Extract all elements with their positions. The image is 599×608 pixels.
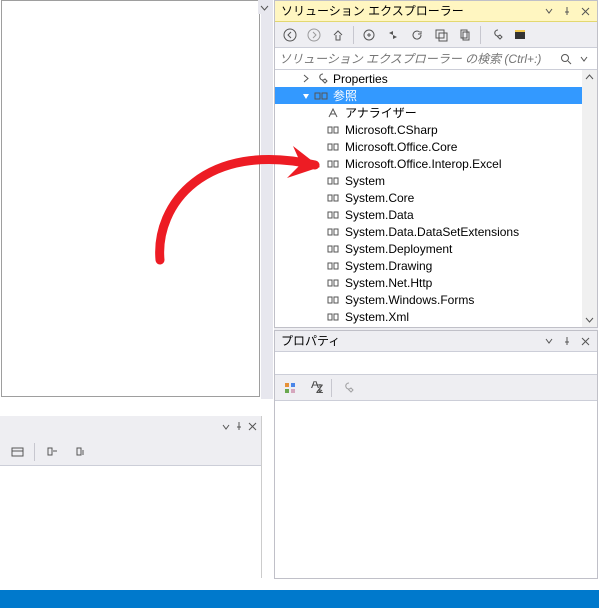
preview-button[interactable] — [509, 24, 531, 46]
assembly-icon — [325, 156, 341, 172]
properties-titlebar[interactable]: プロパティ — [275, 331, 597, 352]
back-button[interactable] — [279, 24, 301, 46]
properties-toolbar: AZ — [275, 375, 597, 401]
tree-item[interactable]: System.Deployment — [345, 242, 458, 256]
expander-icon[interactable] — [300, 90, 311, 101]
assembly-icon — [325, 309, 341, 325]
tree-item[interactable]: System.Data.DataSetExtensions — [345, 225, 525, 239]
solution-explorer-search-input[interactable] — [279, 52, 557, 66]
search-dropdown-icon[interactable] — [575, 50, 593, 68]
assembly-icon — [325, 292, 341, 308]
divider — [34, 443, 35, 461]
solution-tree[interactable]: Properties参照アナライザー Microsoft.CSharp Micros… — [275, 70, 597, 327]
pin-icon[interactable] — [559, 3, 575, 19]
scrollbar[interactable] — [582, 70, 597, 327]
tree-item-properties[interactable]: Properties — [333, 72, 394, 86]
pin-icon[interactable] — [234, 420, 244, 434]
home-button[interactable] — [327, 24, 349, 46]
assembly-icon — [325, 241, 341, 257]
sync-button[interactable] — [382, 24, 404, 46]
divider — [353, 26, 354, 44]
tree-item[interactable]: System.Core — [345, 191, 420, 205]
pin-icon[interactable] — [559, 333, 575, 349]
tree-item[interactable]: System.Drawing — [345, 259, 438, 273]
divider — [480, 26, 481, 44]
property-pages-button[interactable] — [336, 377, 358, 399]
analyzer-icon — [325, 105, 341, 121]
tree-item-references[interactable]: 参照 — [333, 87, 363, 104]
solution-explorer-search-row — [275, 48, 597, 70]
tree-item[interactable]: Microsoft.CSharp — [345, 123, 444, 137]
forward-button[interactable] — [303, 24, 325, 46]
editor-area[interactable] — [1, 0, 260, 397]
close-icon[interactable] — [248, 420, 257, 434]
tree-item[interactable]: System — [345, 174, 391, 188]
divider — [331, 379, 332, 397]
tree-item[interactable]: System.Data — [345, 208, 420, 222]
show-all-files-button[interactable] — [454, 24, 476, 46]
scroll-up-icon[interactable] — [582, 70, 597, 85]
tree-item[interactable]: System.Xml — [345, 310, 415, 324]
assembly-icon — [325, 139, 341, 155]
references-icon — [313, 88, 329, 104]
properties-selector[interactable] — [275, 352, 597, 375]
properties-body — [275, 401, 597, 578]
assembly-icon — [325, 122, 341, 138]
solution-explorer-title: ソリューション エクスプローラー — [281, 1, 541, 22]
aux-tool-2[interactable] — [41, 441, 63, 463]
properties-button[interactable] — [485, 24, 507, 46]
solution-explorer-titlebar[interactable]: ソリューション エクスプローラー — [275, 1, 597, 22]
splitter-handle[interactable] — [258, 0, 271, 14]
refresh-button[interactable] — [406, 24, 428, 46]
scope-button[interactable] — [358, 24, 380, 46]
properties-panel: プロパティ AZ — [274, 330, 598, 579]
assembly-icon — [325, 207, 341, 223]
panel-menu-icon[interactable] — [541, 333, 557, 349]
tree-item[interactable]: System.Net.Http — [345, 276, 438, 290]
assembly-icon — [325, 173, 341, 189]
close-icon[interactable] — [577, 333, 593, 349]
aux-tool-1[interactable] — [6, 441, 28, 463]
aux-panel-toolbar — [0, 438, 261, 466]
panel-menu-icon[interactable] — [541, 3, 557, 19]
tree-item[interactable]: Microsoft.Office.Core — [345, 140, 463, 154]
search-icon[interactable] — [557, 50, 575, 68]
tree-item[interactable]: Microsoft.Office.Interop.Excel — [345, 157, 508, 171]
status-bar — [0, 590, 599, 608]
aux-tool-3[interactable] — [69, 441, 91, 463]
alphabetical-button[interactable]: AZ — [305, 377, 327, 399]
assembly-icon — [325, 190, 341, 206]
expander-icon[interactable] — [300, 73, 311, 84]
solution-explorer-toolbar — [275, 22, 597, 48]
categorized-button[interactable] — [279, 377, 301, 399]
wrench-icon — [313, 71, 329, 87]
scroll-down-icon[interactable] — [582, 312, 597, 327]
tree-item[interactable]: System.Windows.Forms — [345, 293, 480, 307]
close-icon[interactable] — [577, 3, 593, 19]
solution-explorer-panel: ソリューション エクスプローラー — [274, 0, 598, 328]
assembly-icon — [325, 275, 341, 291]
collapse-all-button[interactable] — [430, 24, 452, 46]
aux-panel — [0, 416, 262, 578]
aux-panel-header — [0, 416, 261, 438]
dropdown-icon[interactable] — [222, 420, 230, 434]
assembly-icon — [325, 258, 341, 274]
properties-title: プロパティ — [281, 331, 541, 352]
assembly-icon — [325, 224, 341, 240]
tree-item[interactable]: アナライザー — [345, 104, 423, 121]
